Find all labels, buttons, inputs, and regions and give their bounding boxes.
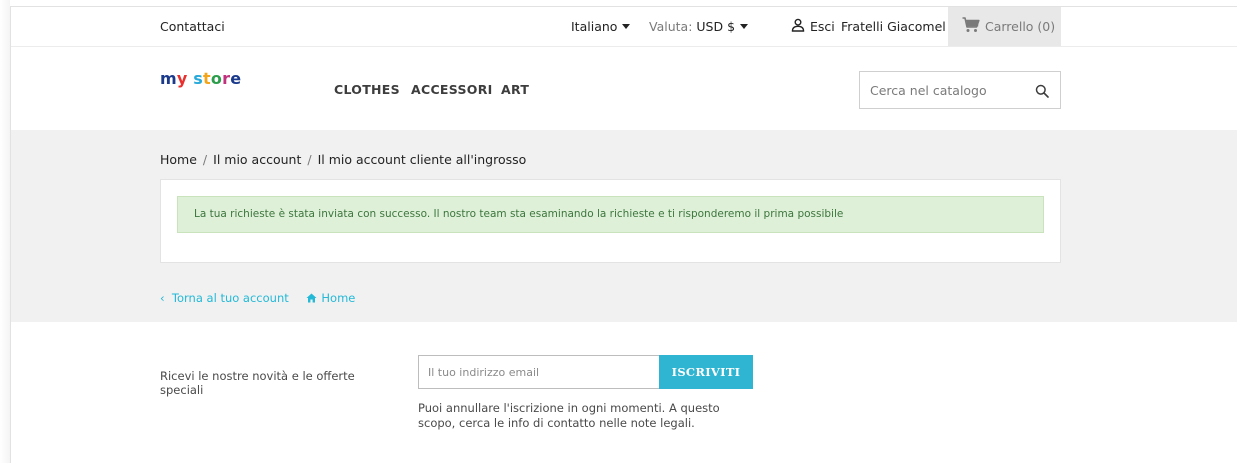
currency-label: Valuta: [649,19,693,34]
search-icon[interactable] [1035,84,1049,98]
window-shadow [0,0,10,463]
subscribe-button[interactable]: ISCRIVITI [659,355,753,389]
cart-label: Carrello (0) [985,19,1056,34]
currency-value: USD $ [696,19,736,34]
store-logo[interactable]: my store [160,69,241,88]
logout-link[interactable]: Esci [810,19,835,34]
contact-link[interactable]: Contattaci [160,19,225,34]
message-panel: La tua richieste è stata inviata con suc… [160,179,1061,263]
breadcrumb-account[interactable]: Il mio account [213,152,301,167]
breadcrumb: Home / Il mio account / Il mio account clien… [160,152,526,167]
breadcrumb-separator: / [202,152,208,167]
chevron-down-icon [622,24,631,29]
newsletter-text: Ricevi le nostre novità e le offerte spe… [160,369,355,397]
nav-art[interactable]: ART [501,82,529,97]
chevron-left-icon: ‹ [160,291,165,305]
account-name-link[interactable]: Fratelli Giacomel [841,19,946,34]
top-bar: Contattaci Italiano Valuta: USD $ Esci F… [11,7,1237,46]
currency-selector[interactable]: Valuta: USD $ [649,19,749,34]
breadcrumb-current: Il mio account cliente all'ingrosso [317,152,527,167]
search-input[interactable] [860,72,1030,108]
page-frame: Contattaci Italiano Valuta: USD $ Esci F… [10,6,1237,463]
success-alert: La tua richieste è stata inviata con suc… [177,196,1044,233]
shopping-cart-icon [962,17,980,32]
newsletter-note: Puoi annullare l'iscrizione in ogni mome… [418,401,720,430]
site-header: my store CLOTHES ACCESSORI ART [11,46,1237,130]
back-to-account-label: Torna al tuo account [171,291,289,305]
account-links: ‹ Torna al tuo account Home [160,291,355,305]
language-selector[interactable]: Italiano [571,19,631,34]
breadcrumb-home[interactable]: Home [160,152,197,167]
home-icon [306,293,317,303]
language-label: Italiano [571,19,618,34]
newsletter-section: Ricevi le nostre novità e le offerte spe… [11,322,1237,463]
user-icon [791,18,805,32]
breadcrumb-separator: / [307,152,312,167]
nav-accessori[interactable]: ACCESSORI [411,82,493,97]
content-wrapper: Home / Il mio account / Il mio account clien… [11,130,1237,322]
home-link[interactable]: Home [306,291,355,305]
back-to-account-link[interactable]: ‹ Torna al tuo account [160,291,289,305]
home-label: Home [321,291,356,305]
chevron-down-icon [740,24,749,29]
search-box [859,71,1061,109]
newsletter-email-input[interactable] [418,355,659,389]
cart-button[interactable]: Carrello (0) [948,7,1061,46]
nav-clothes[interactable]: CLOTHES [334,82,400,97]
